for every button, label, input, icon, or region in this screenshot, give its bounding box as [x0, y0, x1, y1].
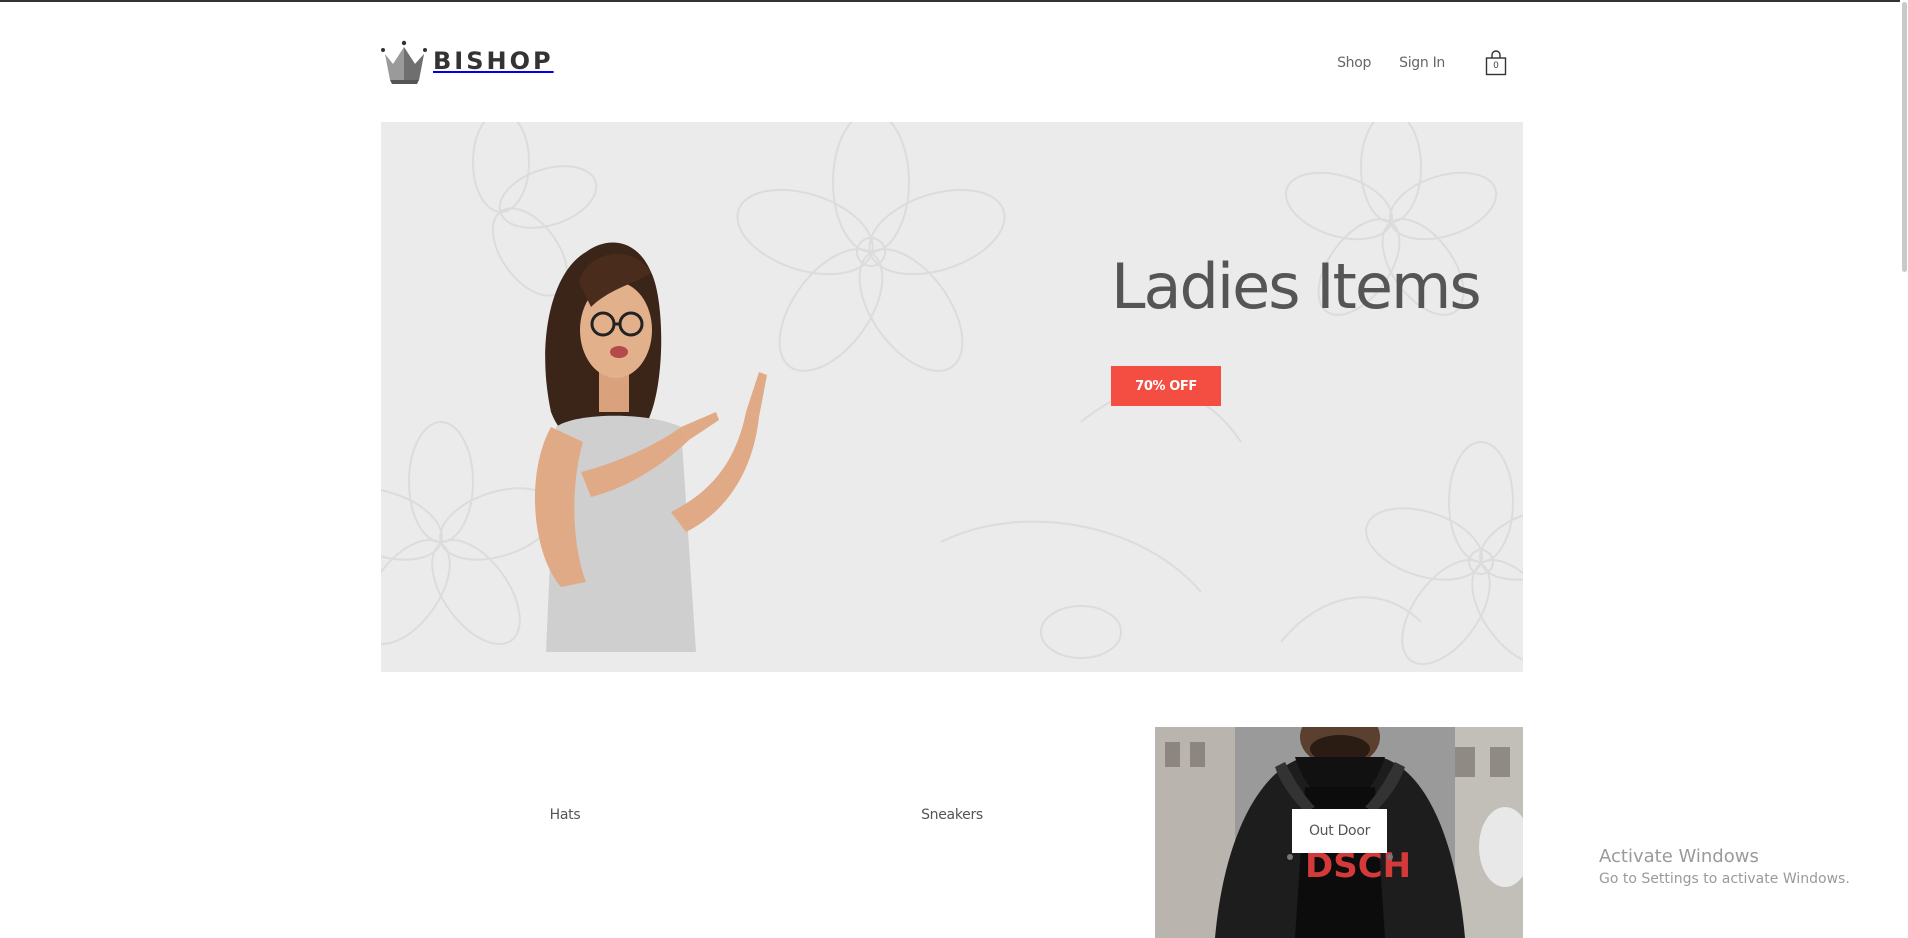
category-tile-outdoor[interactable]: DSCH Out Door [1155, 727, 1523, 938]
category-tile-hats[interactable]: Hats [381, 727, 749, 938]
cart-count: 0 [1493, 61, 1499, 71]
brand-logo[interactable]: BISHOP [381, 40, 554, 86]
watermark-subtitle: Go to Settings to activate Windows. [1599, 871, 1850, 887]
scrollbar-thumb[interactable] [1902, 2, 1907, 272]
nav-sign-in-link[interactable]: Sign In [1399, 55, 1445, 71]
category-label-sneakers: Sneakers [921, 807, 983, 823]
category-section: Hats Sneakers DSCH Out Door [381, 727, 1523, 938]
hero-banner: Ladies Items 70% OFF [381, 122, 1523, 672]
cart-button[interactable]: 0 [1485, 50, 1507, 76]
page-scrollbar[interactable] [1900, 0, 1908, 938]
woman-pointing-image [534, 242, 767, 652]
top-border [0, 0, 1908, 2]
brand-name: BISHOP [433, 47, 554, 75]
category-label-hats: Hats [549, 807, 581, 823]
watermark-title: Activate Windows [1599, 846, 1759, 867]
discount-button[interactable]: 70% OFF [1111, 366, 1221, 406]
category-label-outdoor: Out Door [1292, 809, 1387, 853]
windows-activation-watermark: Activate Windows Go to Settings to activ… [1599, 846, 1850, 887]
nav-shop-link[interactable]: Shop [1337, 55, 1371, 71]
category-tile-sneakers[interactable]: Sneakers [768, 727, 1136, 938]
main-nav: Shop Sign In 0 [1309, 50, 1507, 76]
hero-title: Ladies Items [1111, 250, 1482, 323]
site-header: BISHOP Shop Sign In 0 [381, 40, 1523, 90]
crown-icon [381, 40, 427, 84]
